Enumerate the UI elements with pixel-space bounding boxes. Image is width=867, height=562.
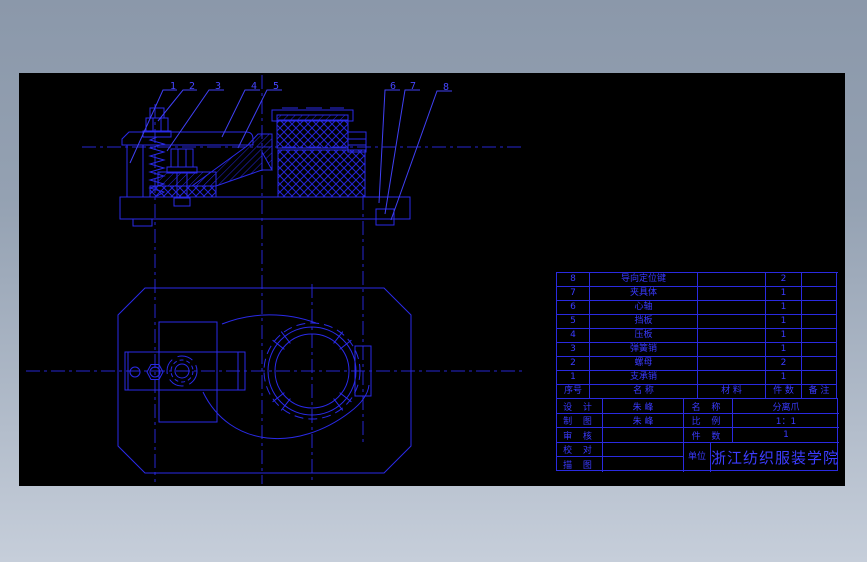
part-remark [802, 371, 837, 385]
claw-outline-top [221, 314, 317, 325]
part-qty: 2 [766, 357, 802, 371]
part-material [698, 343, 766, 357]
design-value: 朱 峰 [603, 399, 684, 414]
check-value [603, 428, 684, 443]
header-qty: 件 数 [766, 385, 802, 399]
part-remark [802, 329, 837, 343]
part-material [698, 315, 766, 329]
draft-label: 制 图 [557, 414, 603, 428]
proof-label: 校 对 [557, 443, 603, 457]
trace-value [603, 457, 684, 472]
part-name: 螺母 [590, 357, 698, 371]
part-remark [802, 315, 837, 329]
drawing-canvas[interactable]: 1 2 3 4 5 6 7 8 8 导向定位键 2 7 夹具体 1 6 心轴 1… [19, 73, 845, 486]
part-material [698, 371, 766, 385]
part-qty: 1 [766, 343, 802, 357]
callout-numbers: 1 2 3 4 5 6 7 8 [170, 81, 449, 93]
callout-4: 4 [251, 81, 257, 92]
qty-label: 件 数 [684, 428, 733, 443]
part-name: 弹簧销 [590, 343, 698, 357]
callout-5: 5 [273, 81, 279, 92]
part-qty: 1 [766, 301, 802, 315]
unit-value: 浙江纺织服装学院 [711, 449, 839, 467]
qty-value: 1 [733, 428, 839, 443]
centerlines [26, 75, 525, 484]
name-value: 分离爪 [733, 399, 839, 414]
part-name: 支承销 [590, 371, 698, 385]
callout-7: 7 [410, 81, 416, 92]
check-label: 审 核 [557, 428, 603, 443]
part-qty: 1 [766, 371, 802, 385]
part-material [698, 329, 766, 343]
part-material [698, 357, 766, 371]
scale-value: 1：1 [733, 414, 839, 428]
baffle-plate [121, 131, 254, 146]
pin-hole [129, 366, 141, 378]
part-material [698, 301, 766, 315]
part-qty: 1 [766, 329, 802, 343]
part-remark [802, 357, 837, 371]
part-no: 2 [557, 357, 590, 371]
part-material [698, 273, 766, 287]
part-name: 压板 [590, 329, 698, 343]
trace-label: 描 图 [557, 457, 603, 472]
title-block: 设 计 朱 峰 名 称 分离爪 制 图 朱 峰 比 例 1：1 审 核 件 数 … [556, 398, 839, 472]
claw-lever [190, 133, 273, 187]
fixture-housing [271, 107, 367, 198]
plan-view [117, 287, 412, 474]
scale-label: 比 例 [684, 414, 733, 428]
name-label: 名 称 [684, 399, 733, 414]
draft-value: 朱 峰 [603, 414, 684, 428]
part-remark [802, 273, 837, 287]
part-remark [802, 287, 837, 301]
proof-value [603, 443, 684, 457]
header-no: 序号 [557, 385, 590, 399]
part-name: 心轴 [590, 301, 698, 315]
callout-3: 3 [215, 81, 221, 92]
front-section-view [119, 107, 411, 227]
left-bolt [142, 107, 172, 138]
callout-1: 1 [170, 81, 176, 92]
part-qty: 2 [766, 273, 802, 287]
part-no: 6 [557, 301, 590, 315]
part-name: 挡板 [590, 315, 698, 329]
callout-8: 8 [443, 82, 449, 93]
part-no: 1 [557, 371, 590, 385]
part-no: 3 [557, 343, 590, 357]
part-qty: 1 [766, 287, 802, 301]
part-name: 导向定位键 [590, 273, 698, 287]
base-foot [132, 218, 153, 227]
part-remark [802, 343, 837, 357]
base-plate [119, 196, 411, 220]
callout-2: 2 [189, 81, 195, 92]
part-material [698, 287, 766, 301]
part-qty: 1 [766, 315, 802, 329]
header-remark: 备 注 [802, 385, 837, 399]
part-no: 4 [557, 329, 590, 343]
part-name: 夹具体 [590, 287, 698, 301]
header-name: 名 称 [590, 385, 698, 399]
part-remark [802, 301, 837, 315]
cad-viewer: { "colors":{ "line_blue":"#2a2ae0", "bri… [0, 0, 867, 562]
part-no: 8 [557, 273, 590, 287]
parts-list-table: 8 导向定位键 2 7 夹具体 1 6 心轴 1 5 挡板 1 4 压板 1 3… [556, 272, 838, 399]
callout-6: 6 [390, 81, 396, 92]
part-no: 7 [557, 287, 590, 301]
part-no: 5 [557, 315, 590, 329]
cross-hatch-block [149, 185, 217, 198]
boss-rect [158, 321, 218, 423]
design-label: 设 计 [557, 399, 603, 414]
unit-label: 单位 [684, 443, 711, 472]
header-material: 材 料 [698, 385, 766, 399]
